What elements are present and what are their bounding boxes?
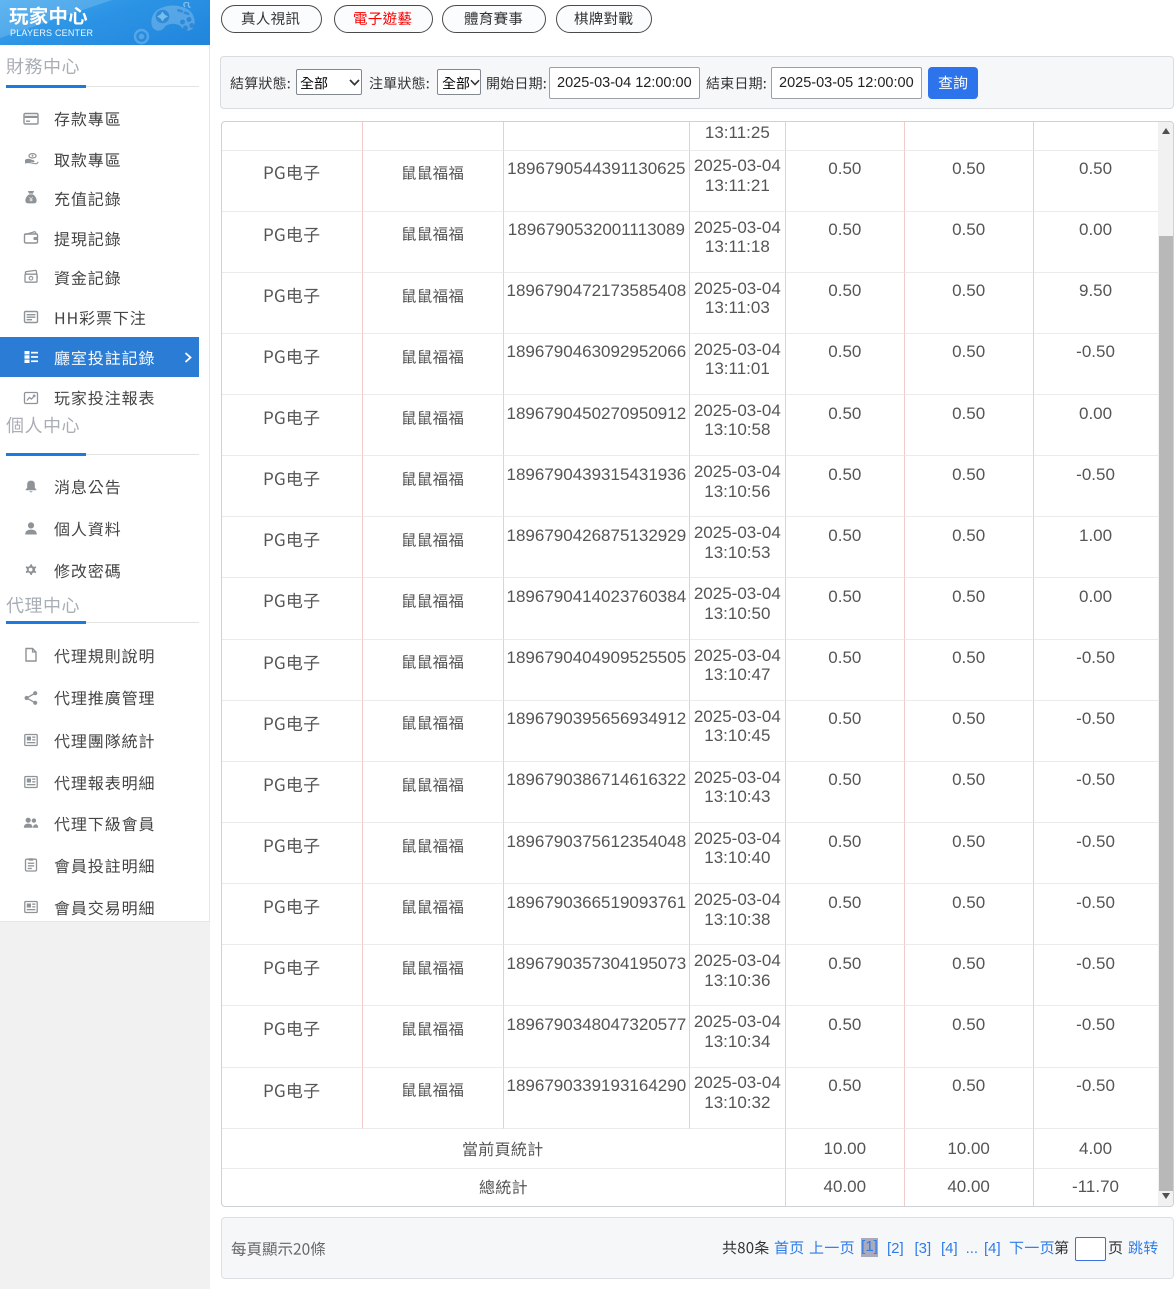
svg-text:¥: ¥: [29, 197, 33, 204]
